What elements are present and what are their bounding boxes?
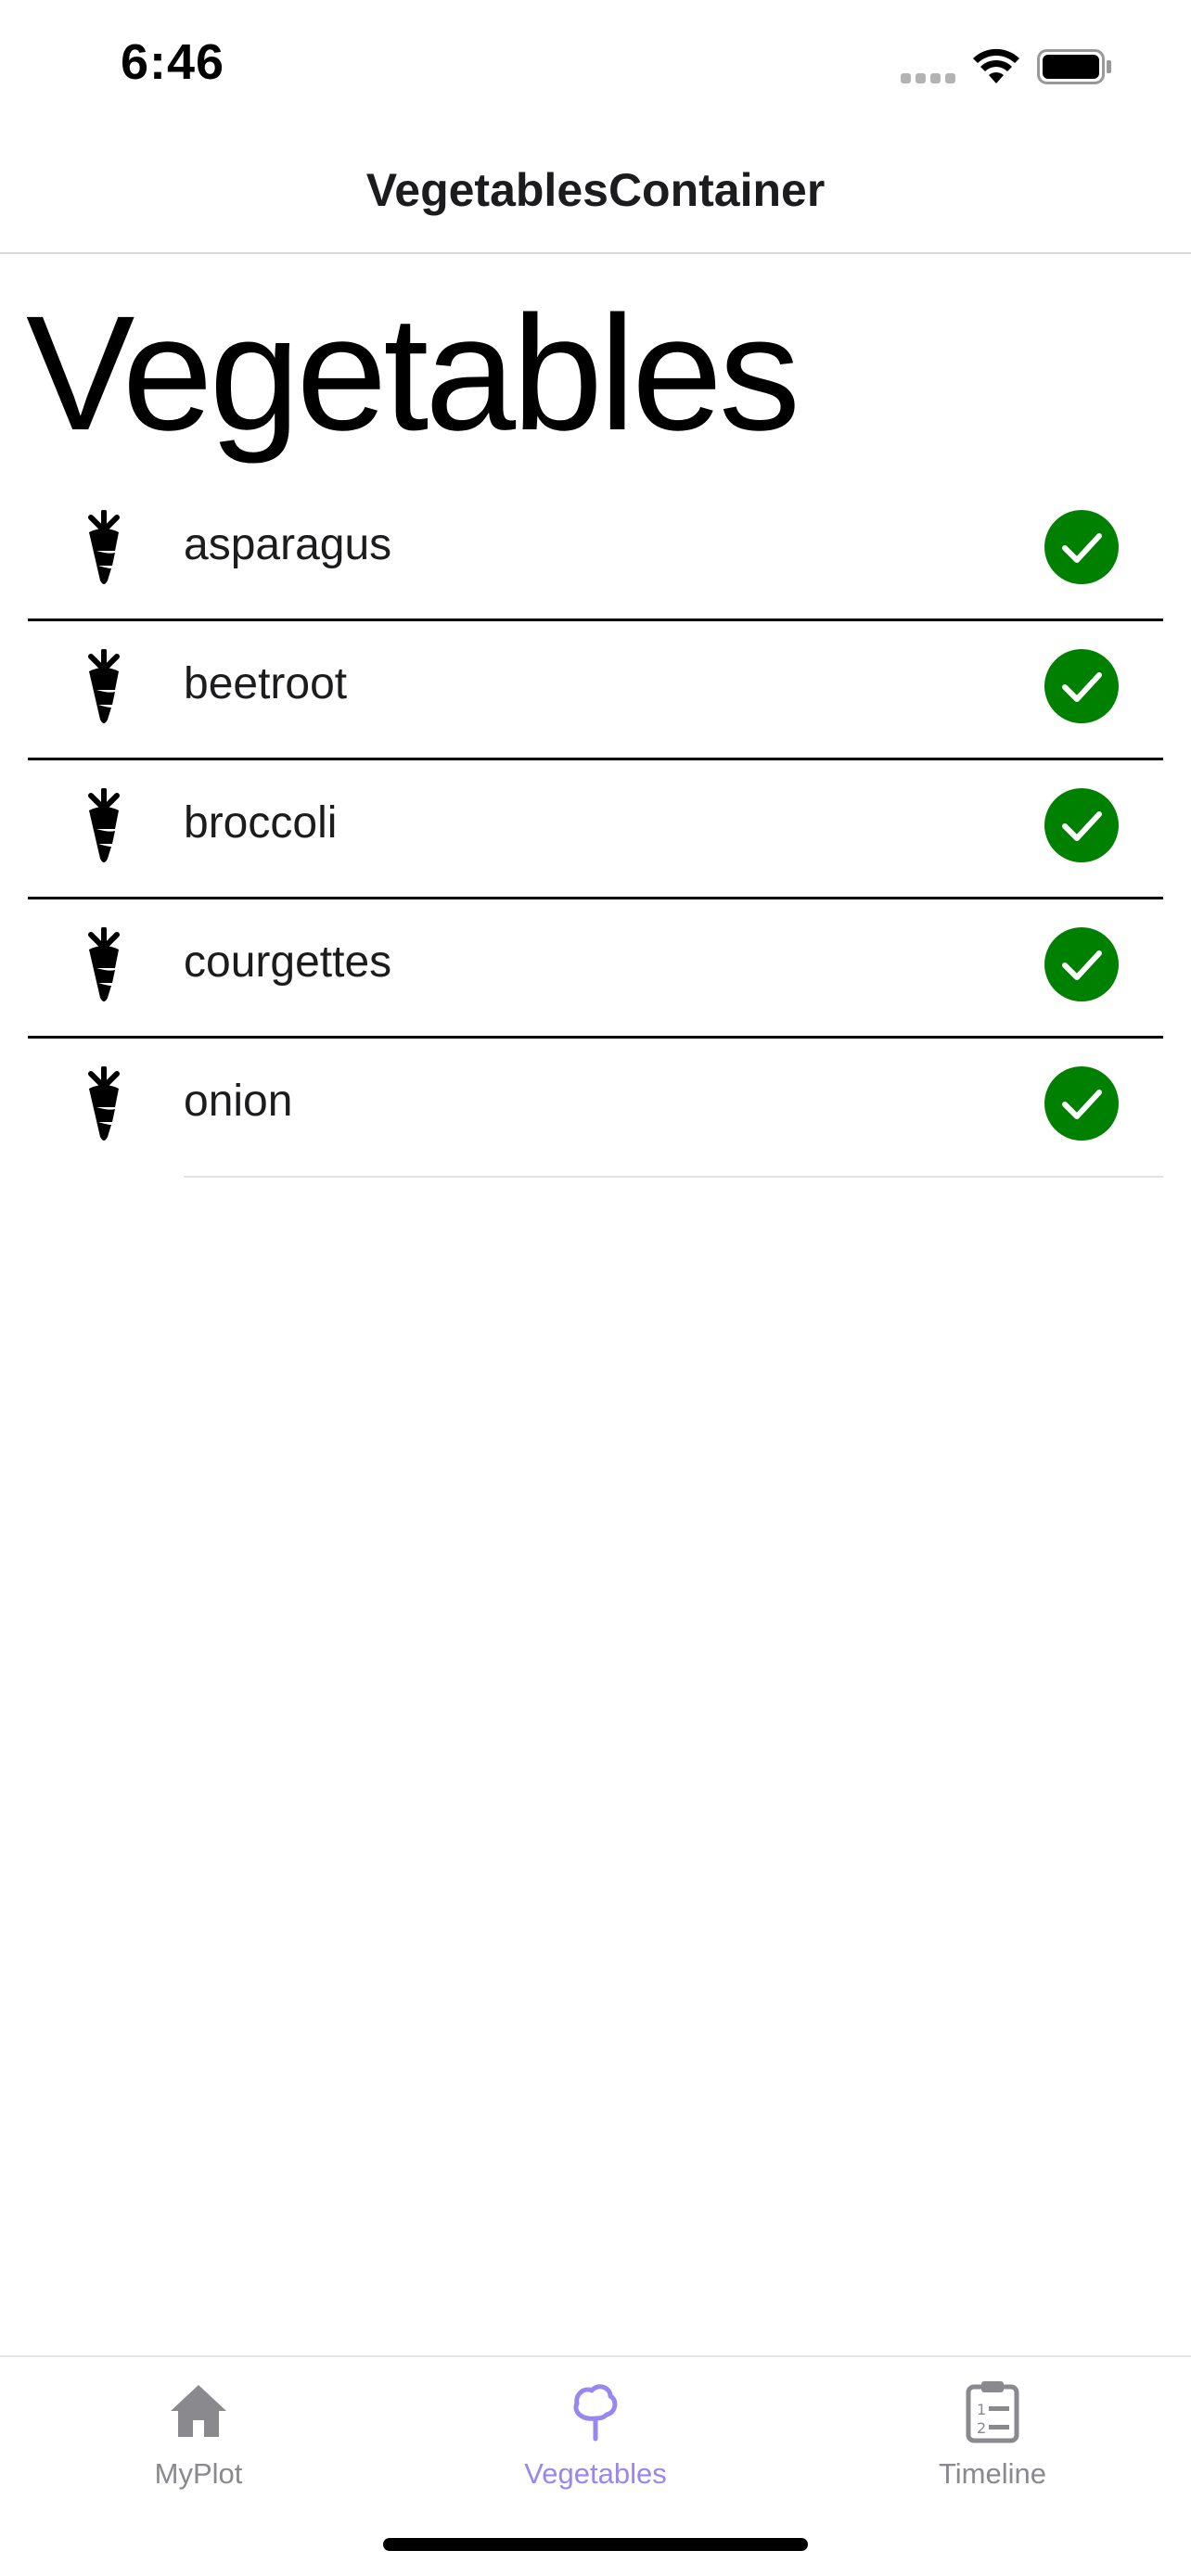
tab-vegetables[interactable]: Vegetables (397, 2357, 794, 2543)
page-title: Vegetables (26, 283, 800, 465)
row-divider (184, 1176, 1163, 1178)
screen: 6:46 VegetablesContainer Vegetables aspa… (0, 0, 1191, 2576)
checkmark-circle-icon (1044, 649, 1119, 723)
vegetable-list: asparagus beetroot broccoli courgettes o… (0, 482, 1191, 1178)
list-item[interactable]: beetroot (0, 621, 1191, 760)
carrot-icon (88, 788, 120, 862)
list-item[interactable]: onion (0, 1039, 1191, 1178)
status-time: 6:46 (121, 34, 225, 90)
status-bar: 6:46 (0, 0, 1191, 139)
checkmark-circle-icon (1044, 1066, 1119, 1141)
vegetable-name: onion (184, 1077, 293, 1126)
clipboard-list-icon: 1 2 (966, 2381, 1019, 2443)
tab-label: MyPlot (154, 2457, 243, 2490)
vegetable-name: asparagus (184, 520, 392, 569)
vegetable-name: beetroot (184, 659, 348, 708)
vegetable-name: broccoli (184, 798, 338, 848)
tab-label: Vegetables (524, 2457, 667, 2490)
wifi-icon (973, 48, 1019, 83)
checkmark-circle-icon (1044, 788, 1119, 862)
tree-icon (573, 2384, 618, 2442)
carrot-icon (88, 1066, 120, 1141)
svg-text:1: 1 (977, 2401, 986, 2418)
checkmark-circle-icon (1044, 927, 1119, 1001)
carrot-icon (88, 649, 120, 723)
house-icon (171, 2385, 226, 2437)
svg-text:2: 2 (977, 2419, 986, 2437)
list-item[interactable]: asparagus (0, 482, 1191, 621)
navigation-bar: VegetablesContainer (0, 139, 1191, 254)
tab-label: Timeline (939, 2457, 1046, 2490)
nav-title: VegetablesContainer (365, 164, 826, 216)
home-indicator (383, 2538, 808, 2551)
list-item[interactable]: courgettes (0, 899, 1191, 1039)
list-item[interactable]: broccoli (0, 760, 1191, 899)
tab-myplot[interactable]: MyPlot (0, 2357, 397, 2543)
carrot-icon (88, 510, 120, 584)
battery-icon (1037, 49, 1111, 84)
checkmark-circle-icon (1044, 510, 1119, 584)
vegetable-name: courgettes (184, 937, 392, 987)
carrot-icon (88, 927, 120, 1001)
tab-timeline[interactable]: 1 2 Timeline (794, 2357, 1191, 2543)
cellular-signal-icon (901, 73, 956, 84)
